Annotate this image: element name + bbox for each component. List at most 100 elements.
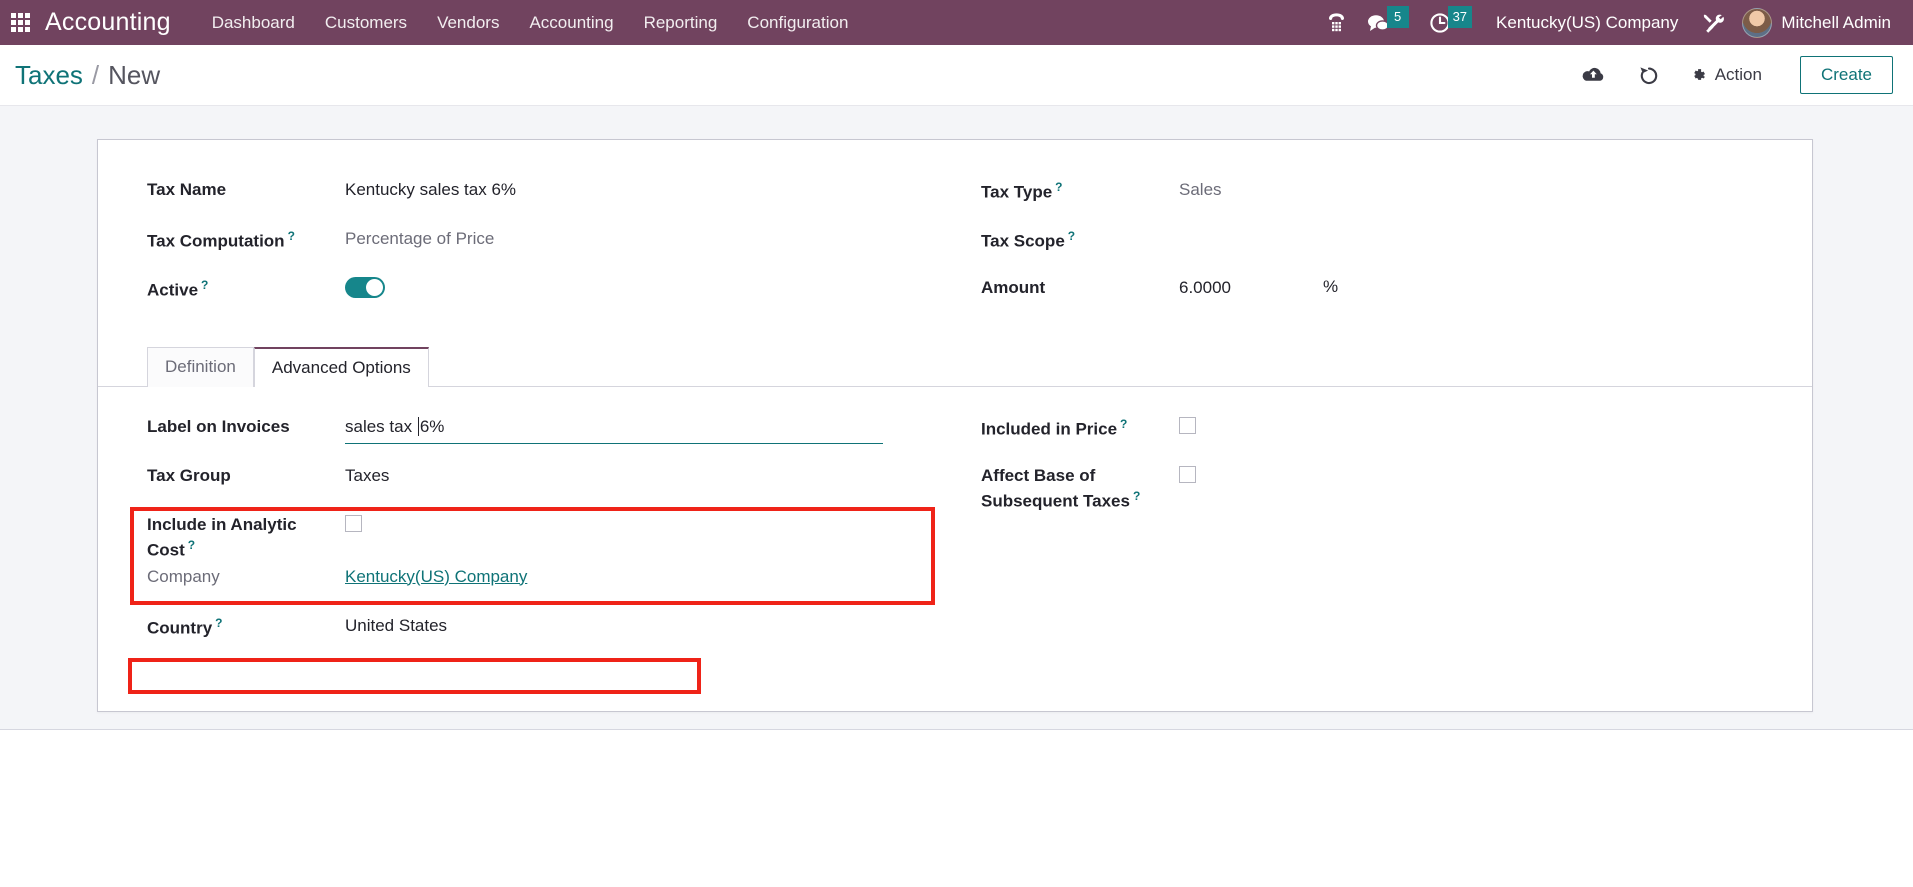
- form-sheet: Tax Name Kentucky sales tax 6% Tax Compu…: [97, 139, 1813, 712]
- field-value-tax-computation[interactable]: Percentage of Price: [345, 225, 494, 251]
- help-icon[interactable]: ?: [1133, 489, 1140, 503]
- field-value-company[interactable]: Kentucky(US) Company: [345, 563, 527, 589]
- field-label-text: Country: [147, 618, 213, 638]
- advanced-column-right: Included in Price? Affect Base of Subseq…: [955, 413, 1812, 661]
- field-value-label-on-invoices[interactable]: sales tax 6%: [345, 413, 883, 444]
- menu-item-reporting[interactable]: Reporting: [629, 0, 733, 45]
- field-label-text: Include in Analytic Cost: [147, 515, 297, 560]
- form-column-right: Tax Type? Sales Tax Scope? Amount 6.0000: [955, 176, 1812, 323]
- breadcrumb-new: New: [108, 59, 161, 90]
- field-tax-type: Tax Type? Sales: [981, 176, 1812, 225]
- affect-base-line-2: Subsequent Taxes: [981, 491, 1130, 511]
- field-label-included-in-price: Included in Price?: [981, 413, 1179, 442]
- field-label-amount: Amount: [981, 278, 1046, 297]
- control-panel-actions: Action Create: [1565, 56, 1913, 94]
- label-on-invoices-input[interactable]: sales tax 6%: [345, 416, 883, 444]
- field-value-tax-type[interactable]: Sales: [1179, 176, 1222, 202]
- action-label: Action: [1714, 65, 1762, 84]
- activities-button[interactable]: 37: [1419, 0, 1482, 45]
- help-icon[interactable]: ?: [1068, 229, 1075, 243]
- company-switcher[interactable]: Kentucky(US) Company: [1482, 13, 1692, 33]
- active-toggle[interactable]: [345, 277, 385, 298]
- field-label-tax-name: Tax Name: [147, 180, 227, 199]
- field-label-tax-computation: Tax Computation?: [147, 225, 345, 254]
- app-brand-accounting[interactable]: Accounting: [45, 8, 171, 37]
- tab-definition[interactable]: Definition: [147, 347, 254, 387]
- field-label-tax-group: Tax Group: [147, 466, 231, 485]
- field-label-text: Tax Type: [981, 182, 1053, 202]
- navbar-right-tools: 5 37 Kentucky(US) Company Mitchell Admin: [1317, 0, 1913, 45]
- field-label-active: Active?: [147, 274, 345, 303]
- activities-badge: 37: [1447, 6, 1473, 28]
- help-icon[interactable]: ?: [288, 229, 295, 243]
- field-value-tax-name[interactable]: Kentucky sales tax 6%: [345, 176, 516, 202]
- field-label-text: Tax Computation: [147, 231, 285, 251]
- field-tax-group: Tax Group Taxes: [147, 462, 955, 511]
- field-value-amount[interactable]: 6.0000: [1179, 274, 1231, 300]
- field-label-country: Country?: [147, 612, 345, 641]
- menu-item-configuration[interactable]: Configuration: [732, 0, 863, 45]
- cloud-upload-icon: [1582, 67, 1603, 81]
- affect-base-line-1: Affect Base of: [981, 466, 1096, 485]
- apps-grid-icon[interactable]: [11, 12, 31, 33]
- create-button[interactable]: Create: [1799, 56, 1893, 94]
- field-company: Company Kentucky(US) Company: [147, 563, 955, 612]
- breadcrumb: Taxes / New: [0, 60, 160, 91]
- menu-item-vendors[interactable]: Vendors: [422, 0, 514, 45]
- text-caret: [417, 417, 419, 436]
- field-label-on-invoices: Label on Invoices sales tax 6%: [147, 413, 955, 462]
- include-in-analytic-cost-checkbox[interactable]: [345, 515, 362, 532]
- action-menu-button[interactable]: Action: [1676, 65, 1780, 85]
- discard-button[interactable]: [1622, 64, 1676, 86]
- form-header-group: Tax Name Kentucky sales tax 6% Tax Compu…: [98, 140, 1812, 323]
- user-menu[interactable]: Mitchell Admin: [1736, 7, 1903, 38]
- amount-unit-percent: %: [1323, 277, 1339, 296]
- field-affect-base-subsequent-taxes: Affect Base of Subsequent Taxes?: [981, 462, 1812, 514]
- field-value-tax-group[interactable]: Taxes: [345, 462, 883, 488]
- field-label-tax-scope: Tax Scope?: [981, 225, 1179, 254]
- form-column-left: Tax Name Kentucky sales tax 6% Tax Compu…: [98, 176, 955, 323]
- field-country: Country? United States: [147, 612, 955, 661]
- save-button[interactable]: [1565, 66, 1622, 85]
- menu-item-accounting[interactable]: Accounting: [514, 0, 628, 45]
- user-name: Mitchell Admin: [1781, 12, 1891, 32]
- top-navbar: Accounting Dashboard Customers Vendors A…: [0, 0, 1913, 45]
- field-label-text: Active: [147, 280, 199, 300]
- tab-advanced-options[interactable]: Advanced Options: [253, 347, 429, 387]
- toggle-knob: [366, 279, 383, 296]
- field-tax-scope: Tax Scope?: [981, 225, 1812, 274]
- control-panel: Taxes / New Action Create: [0, 45, 1913, 106]
- notebook-tabs: Definition Advanced Options: [98, 345, 1812, 387]
- field-active: Active?: [147, 274, 955, 323]
- developer-tools-button[interactable]: [1692, 0, 1736, 45]
- field-amount: Amount 6.0000 %: [981, 274, 1812, 323]
- page-body: Tax Name Kentucky sales tax 6% Tax Compu…: [0, 106, 1913, 730]
- field-label-affect-base-subsequent-taxes: Affect Base of Subsequent Taxes?: [981, 462, 1179, 514]
- advanced-column-left: Label on Invoices sales tax 6% Tax Group…: [98, 413, 955, 661]
- affect-base-subsequent-taxes-checkbox[interactable]: [1179, 466, 1196, 483]
- text-before-caret: sales tax: [345, 417, 417, 436]
- tax-group-input[interactable]: Taxes: [345, 465, 883, 488]
- phone-dialpad-icon: [1328, 12, 1344, 31]
- app-window: Accounting Dashboard Customers Vendors A…: [0, 0, 1913, 887]
- help-icon[interactable]: ?: [1120, 417, 1127, 431]
- field-label-company: Company: [147, 566, 220, 586]
- menu-item-dashboard[interactable]: Dashboard: [197, 0, 310, 45]
- help-icon[interactable]: ?: [1055, 180, 1062, 194]
- field-label-text: Tax Scope: [981, 231, 1065, 251]
- field-tax-name: Tax Name Kentucky sales tax 6%: [147, 176, 955, 225]
- help-icon[interactable]: ?: [188, 538, 195, 552]
- messages-badge: 5: [1386, 6, 1409, 28]
- field-value-country[interactable]: United States: [345, 612, 447, 638]
- breadcrumb-separator: /: [91, 59, 100, 90]
- phone-dialpad-button[interactable]: [1317, 0, 1356, 45]
- help-icon[interactable]: ?: [215, 616, 222, 630]
- messages-button[interactable]: 5: [1356, 0, 1419, 45]
- help-icon[interactable]: ?: [201, 278, 208, 292]
- avatar: [1742, 7, 1773, 38]
- breadcrumb-taxes[interactable]: Taxes: [15, 60, 83, 91]
- menu-item-customers[interactable]: Customers: [310, 0, 422, 45]
- included-in-price-checkbox[interactable]: [1179, 417, 1196, 434]
- text-after-caret: 6%: [419, 417, 445, 436]
- field-label-text: Included in Price: [981, 419, 1118, 439]
